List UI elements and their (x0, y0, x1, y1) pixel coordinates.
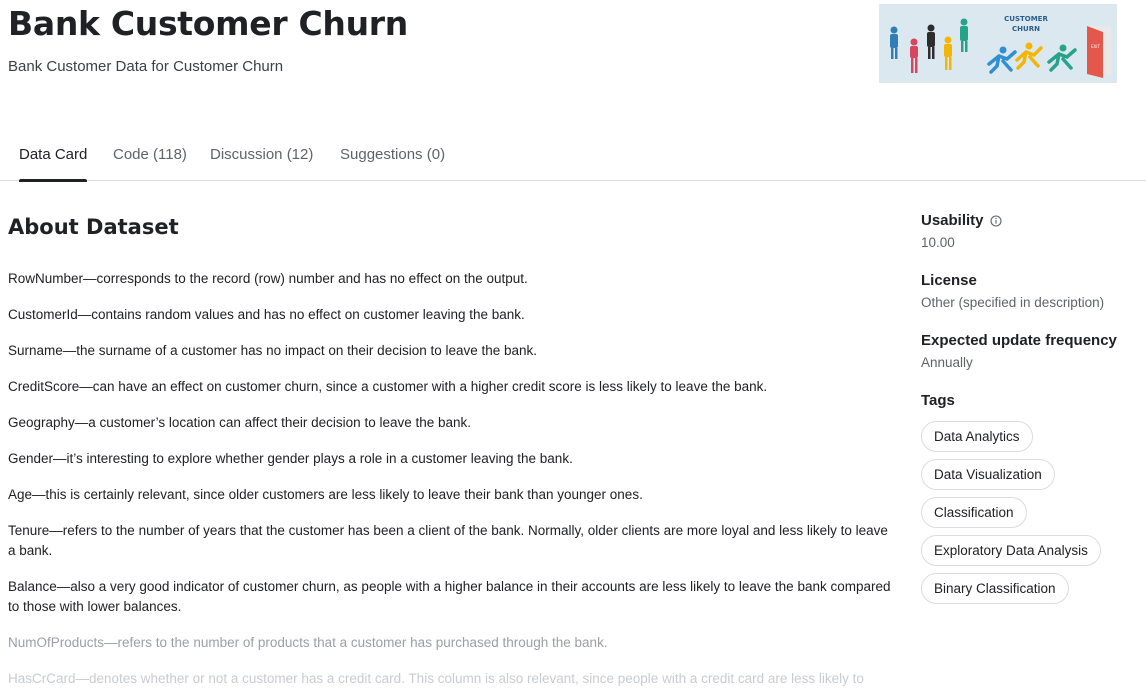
banner-caption-line1: CUSTOMER (1004, 15, 1048, 23)
paragraph-creditscore: CreditScore—can have an effect on custom… (8, 379, 768, 394)
paragraph-tenure: Tenure—refers to the number of years tha… (8, 523, 888, 558)
paragraph-geography: Geography—a customer’s location can affe… (8, 415, 472, 430)
metadata-sidebar: Usability 10.00 License Other (specified… (921, 212, 1141, 611)
tag-binary-classification[interactable]: Binary Classification (921, 573, 1069, 604)
tab-data-card[interactable]: Data Card (19, 146, 88, 182)
dataset-cover-image: EXIT CUSTOMER CHURN (879, 4, 1117, 83)
tag-exploratory-data-analysis[interactable]: Exploratory Data Analysis (921, 535, 1101, 566)
usability-label: Usability (921, 212, 1141, 229)
usability-label-text: Usability (921, 212, 984, 229)
page-subtitle: Bank Customer Data for Customer Churn (8, 58, 284, 75)
paragraph-balance: Balance—also a very good indicator of cu… (8, 579, 891, 614)
tab-suggestions[interactable]: Suggestions (0) (340, 146, 445, 181)
tag-classification[interactable]: Classification (921, 497, 1027, 528)
tag-data-analytics[interactable]: Data Analytics (921, 421, 1033, 452)
tab-code[interactable]: Code (118) (113, 146, 187, 181)
running-customers (987, 42, 1077, 74)
about-dataset-section: About Dataset RowNumber—corresponds to t… (8, 212, 893, 700)
update-frequency-label: Expected update frequency (921, 332, 1117, 349)
exit-door: EXIT (1087, 26, 1111, 78)
update-frequency-value: Annually (921, 355, 973, 370)
banner-caption: CUSTOMER CHURN (999, 14, 1053, 34)
paragraph-numofproducts: NumOfProducts—refers to the number of pr… (8, 635, 608, 650)
paragraph-age: Age—this is certainly relevant, since ol… (8, 487, 643, 502)
standing-customers (890, 18, 968, 73)
tags-label: Tags (921, 392, 955, 409)
banner-caption-line2: CHURN (1012, 25, 1040, 33)
tag-data-visualization[interactable]: Data Visualization (921, 459, 1055, 490)
tags-list: Data Analytics Data Visualization Classi… (921, 421, 1141, 604)
paragraph-customerid: CustomerId—contains random values and ha… (8, 307, 525, 322)
paragraph-surname: Surname—the surname of a customer has no… (8, 343, 538, 358)
info-icon[interactable] (989, 214, 1002, 227)
customer-churn-illustration: EXIT (890, 18, 1111, 78)
tab-discussion[interactable]: Discussion (12) (210, 146, 313, 181)
paragraph-rownumber: RowNumber—corresponds to the record (row… (8, 271, 528, 286)
license-label: License (921, 272, 977, 289)
paragraph-hascrcard: HasCrCard—denotes whether or not a custo… (8, 671, 864, 686)
exit-sign-text: EXIT (1091, 44, 1100, 49)
usability-value: 10.00 (921, 235, 955, 250)
license-value: Other (specified in description) (921, 295, 1105, 310)
dataset-tabs: Data Card Code (118) Discussion (12) Sug… (0, 130, 1146, 182)
section-heading: About Dataset (8, 215, 179, 239)
paragraph-gender: Gender—it’s interesting to explore wheth… (8, 451, 573, 466)
page-title: Bank Customer Churn (8, 4, 408, 43)
